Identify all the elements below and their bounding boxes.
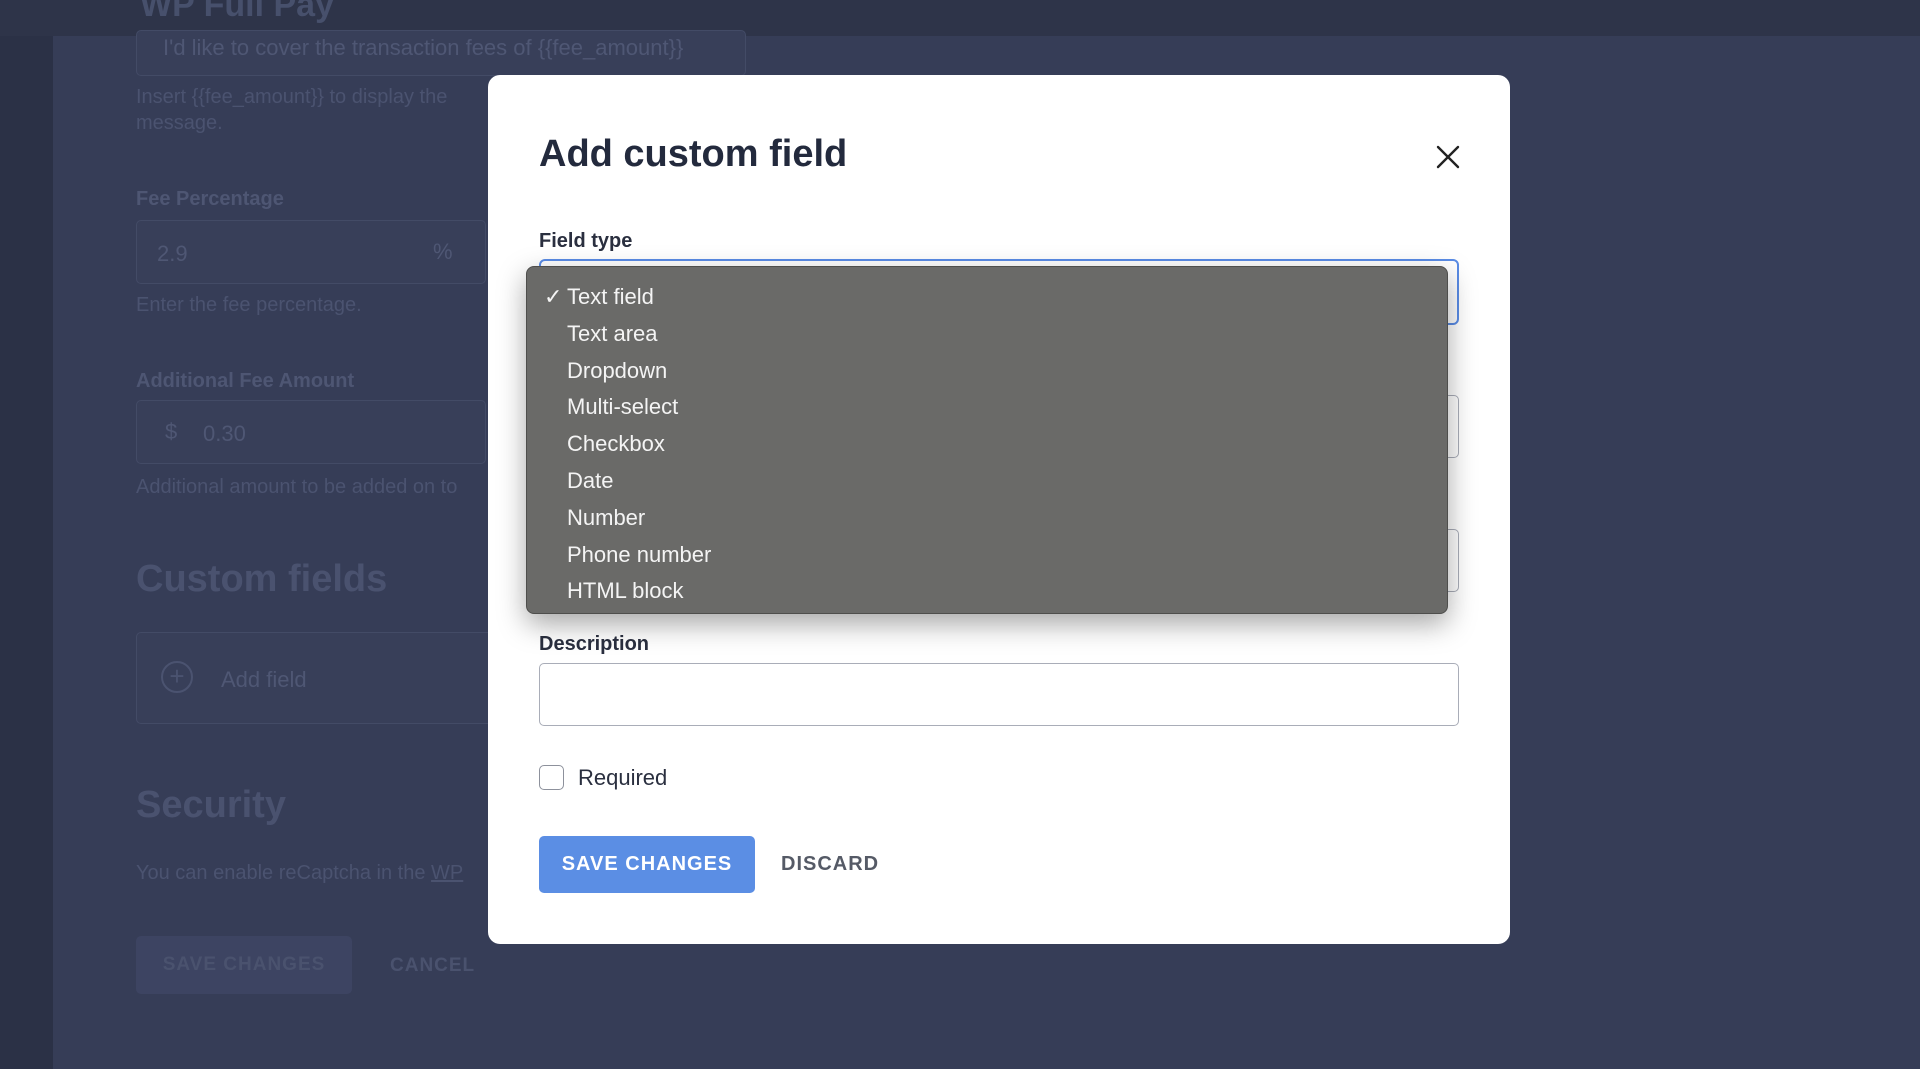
dropdown-option[interactable]: Number	[527, 500, 1447, 537]
dropdown-option[interactable]: Multi-select	[527, 389, 1447, 426]
additional-fee-label: Additional Fee Amount	[136, 370, 355, 392]
fee-message-input[interactable]: I'd like to cover the transaction fees o…	[136, 30, 746, 76]
dropdown-option[interactable]: Checkbox	[527, 426, 1447, 463]
additional-fee-input[interactable]: $ 0.30	[136, 400, 486, 464]
percent-suffix: %	[433, 239, 453, 264]
close-button[interactable]	[1428, 137, 1468, 177]
background-cancel-button[interactable]: CANCEL	[390, 955, 475, 977]
checkmark-icon: ✓	[544, 284, 563, 309]
dropdown-option[interactable]: HTML block	[527, 573, 1447, 610]
page-title: WP Full Pay	[140, 0, 334, 24]
dropdown-option[interactable]: Text area	[527, 316, 1447, 353]
plus-circle-icon: +	[161, 661, 193, 693]
side-gutter	[0, 36, 53, 1069]
description-label: Description	[539, 633, 650, 655]
field-type-label: Field type	[539, 230, 633, 252]
fee-message-help: Insert {{fee_amount}} to display the	[136, 86, 448, 108]
fee-percentage-label: Fee Percentage	[136, 188, 284, 210]
modal-title: Add custom field	[539, 133, 848, 175]
fee-message-help-2: message.	[136, 112, 223, 134]
dropdown-option[interactable]: ✓ Text field	[527, 279, 1447, 316]
dropdown-option[interactable]: Dropdown	[527, 353, 1447, 390]
add-field-card[interactable]: + Add field	[136, 632, 496, 724]
fee-percentage-help: Enter the fee percentage.	[136, 294, 362, 316]
dropdown-option[interactable]: Phone number	[527, 537, 1447, 574]
save-changes-button[interactable]: SAVE CHANGES	[539, 836, 755, 893]
fee-percentage-input[interactable]: 2.9 %	[136, 220, 486, 284]
field-type-dropdown-menu: ✓ Text field Text area Dropdown Multi-sel…	[526, 266, 1448, 614]
additional-fee-help: Additional amount to be added on to	[136, 476, 458, 498]
discard-button[interactable]: DISCARD	[781, 836, 879, 893]
security-text: You can enable reCaptcha in the WP	[136, 862, 464, 884]
required-checkbox[interactable]	[539, 765, 564, 790]
dollar-prefix: $	[165, 419, 178, 444]
dropdown-option[interactable]: Date	[527, 463, 1447, 500]
custom-fields-heading: Custom fields	[136, 558, 388, 600]
description-input[interactable]	[539, 663, 1459, 726]
background-save-button[interactable]: SAVE CHANGES	[136, 936, 352, 994]
security-heading: Security	[136, 784, 286, 826]
security-link[interactable]: WP	[431, 862, 463, 884]
close-icon	[1436, 145, 1460, 169]
required-label: Required	[578, 765, 668, 790]
